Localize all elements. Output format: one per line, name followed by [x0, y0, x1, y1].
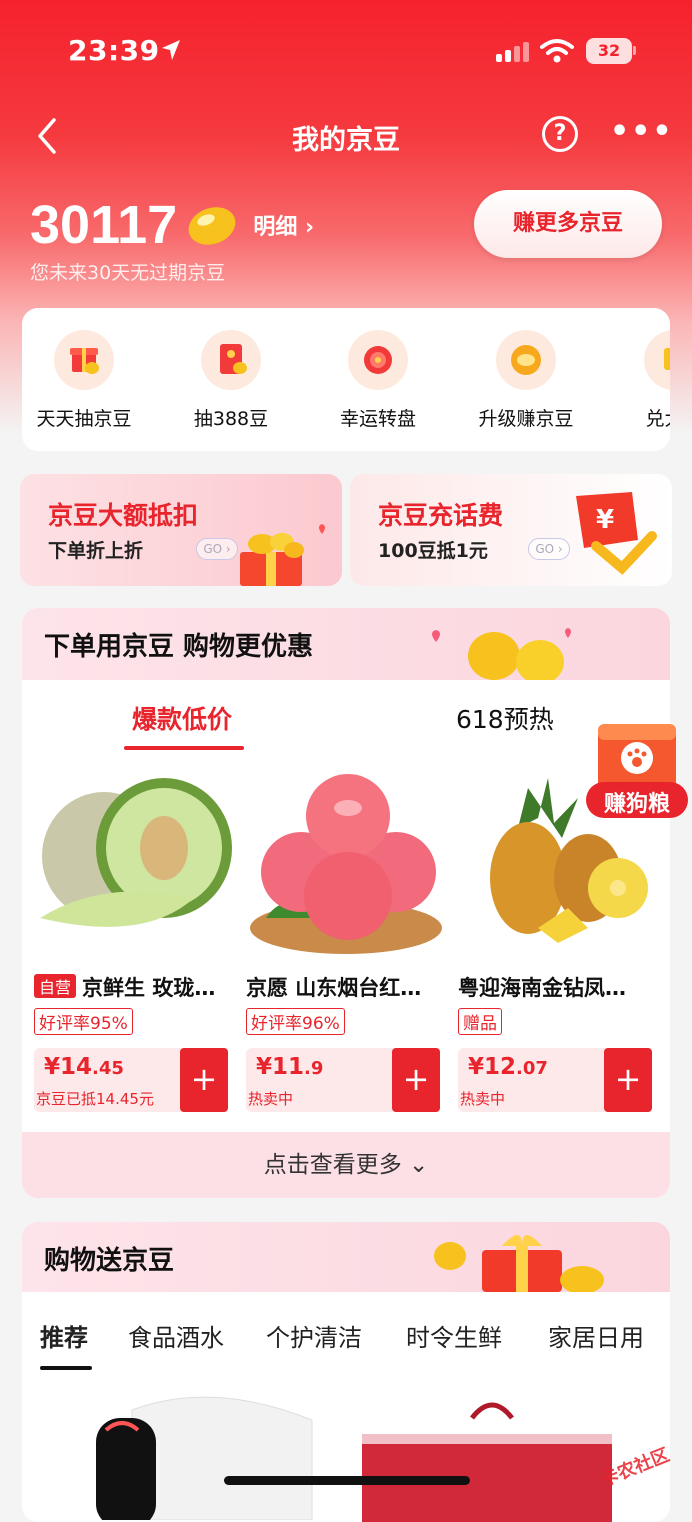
golden-bean-icon — [188, 207, 236, 245]
promo-bean-deduction[interactable]: 京豆大额抵扣 下单折上折 GO › — [20, 474, 342, 586]
self-operated-tag: 自营 — [34, 974, 77, 998]
page-title: 我的京豆 — [292, 125, 400, 156]
add-to-cart-button[interactable]: + — [392, 1048, 440, 1112]
task-label: 兑大奢 — [645, 408, 670, 430]
beans-decoration — [432, 628, 571, 680]
bean-count: 30117 — [30, 195, 178, 255]
tab-618-preheat[interactable]: 618预热 — [456, 700, 554, 736]
promo-phone-recharge[interactable]: 京豆充话费 100豆抵1元 GO › ¥ — [350, 474, 672, 586]
price-box: ¥14.45 京豆已抵14.45元 + — [34, 1048, 228, 1112]
task-luxury-redeem[interactable]: 兑大奢 — [604, 308, 670, 431]
product-image-smart-band — [96, 1396, 313, 1520]
task-label: 升级赚京豆 — [478, 408, 574, 430]
active-tab-indicator — [124, 746, 244, 750]
category-tab-household[interactable]: 家居日用 — [548, 1318, 644, 1353]
help-icon[interactable]: ? — [542, 116, 578, 152]
price-note: 热卖中 — [248, 1090, 294, 1108]
status-bar: 23:39 32 — [0, 28, 692, 78]
gift-box-icon — [54, 330, 114, 390]
location-arrow-icon — [162, 40, 180, 60]
add-to-cart-button[interactable]: + — [180, 1048, 228, 1112]
watermark-logo: 卡农社区 — [597, 1444, 672, 1491]
go-button[interactable]: GO › — [528, 538, 570, 560]
battery-indicator: 32 — [586, 38, 632, 64]
price-box: ¥12.07 热卖中 + — [458, 1048, 652, 1112]
red-envelope-icon — [201, 330, 261, 390]
price: ¥11.9 — [256, 1054, 324, 1080]
price-note: 热卖中 — [460, 1090, 506, 1108]
price: ¥14.45 — [44, 1054, 124, 1080]
cellular-signal-icon — [496, 42, 529, 62]
task-label: 抽388豆 — [193, 408, 269, 430]
product-image — [34, 768, 234, 958]
gift-badge: 赠品 — [458, 1008, 502, 1035]
price: ¥12.07 — [468, 1054, 548, 1080]
task-daily-draw[interactable]: 天天抽京豆 — [22, 308, 154, 431]
nav-bar: 我的京豆 ? ••• — [0, 110, 692, 160]
tab-hot-low-price[interactable]: 爆款低价 — [132, 700, 232, 736]
add-to-cart-button[interactable]: + — [604, 1048, 652, 1112]
detail-link[interactable]: 明细 › — [253, 209, 314, 241]
spin-wheel-icon — [348, 330, 408, 390]
category-tab-personal-care[interactable]: 个护清洁 — [266, 1318, 362, 1353]
yuan-coupon-icon: ¥ — [576, 492, 657, 575]
upgrade-bean-icon — [496, 330, 556, 390]
product-image — [246, 768, 446, 958]
task-draw-388[interactable]: 抽388豆 — [161, 308, 301, 431]
active-category-indicator — [40, 1366, 92, 1370]
shopping-section-header: 下单用京豆 购物更优惠 — [22, 608, 670, 680]
product-title: 粤迎海南金钻凤… — [458, 976, 626, 1000]
wifi-icon — [540, 39, 574, 63]
product-title: 京鲜生 玫珑… — [82, 976, 216, 1000]
section-title: 下单用京豆 购物更优惠 — [44, 632, 314, 662]
status-time: 23:39 — [68, 34, 160, 67]
product-name: 自营 京鲜生 玫珑… — [34, 972, 234, 1002]
view-more-button[interactable]: 点击查看更多 ⌄ — [22, 1132, 670, 1198]
promo-title: 京豆充话费 — [378, 501, 504, 530]
luxury-icon — [644, 330, 670, 390]
svg-text:¥: ¥ — [596, 505, 614, 535]
product-card[interactable]: 自营 京鲜生 玫珑… 好评率95% ¥14.45 京豆已抵14.45元 + — [34, 768, 234, 1112]
promo-subtitle: 100豆抵1元 — [378, 540, 488, 562]
price-note: 京豆已抵14.45元 — [36, 1090, 154, 1108]
product-title: 京愿 山东烟台红… — [246, 976, 422, 1000]
task-upgrade-earn[interactable]: 升级赚京豆 — [456, 308, 596, 431]
section-title: 购物送京豆 — [44, 1246, 175, 1276]
gift-section-header: 购物送京豆 — [22, 1222, 670, 1292]
expire-note: 您未来30天无过期京豆 — [30, 262, 226, 284]
product-image-bird-nest-gift-box — [362, 1402, 612, 1522]
task-label: 天天抽京豆 — [36, 408, 132, 430]
earn-more-beans-button[interactable]: 赚更多京豆 — [474, 190, 662, 258]
more-options-icon[interactable]: ••• — [610, 117, 674, 147]
battery-tip — [633, 46, 636, 55]
gift-beans-decoration — [434, 1235, 604, 1292]
home-indicator — [224, 1476, 470, 1485]
rating-badge: 好评率95% — [34, 1008, 133, 1035]
task-label: 幸运转盘 — [339, 408, 416, 430]
shopping-section: 下单用京豆 购物更优惠 爆款低价 618预热 自营 京鲜生 玫珑… 好评率95% … — [22, 608, 670, 1198]
price-box: ¥11.9 热卖中 + — [246, 1048, 440, 1112]
product-name: 京愿 山东烟台红… — [246, 972, 446, 1002]
product-name: 粤迎海南金钻凤… — [458, 972, 658, 1002]
product-card[interactable]: 京愿 山东烟台红… 好评率96% ¥11.9 热卖中 + — [246, 768, 446, 1112]
category-tab-recommend[interactable]: 推荐 — [40, 1318, 88, 1353]
category-tab-fresh[interactable]: 时令生鲜 — [406, 1318, 502, 1353]
rating-badge: 好评率96% — [246, 1008, 345, 1035]
promo-subtitle: 下单折上折 — [48, 540, 144, 562]
svg-text:卡农社区: 卡农社区 — [597, 1444, 672, 1488]
earn-dog-food-badge[interactable]: 赚狗粮 — [584, 718, 690, 822]
watermark: 卡农社区 — [592, 1418, 692, 1491]
task-lucky-wheel[interactable]: 幸运转盘 — [308, 308, 448, 431]
dog-badge-label: 赚狗粮 — [603, 792, 670, 817]
promo-title: 京豆大额抵扣 — [48, 501, 199, 530]
category-tab-food-drinks[interactable]: 食品酒水 — [128, 1318, 224, 1353]
task-strip: 天天抽京豆 抽388豆 幸运转盘 升级赚京豆 兑大奢 — [22, 308, 670, 451]
bean-balance: 30117 明细 › — [30, 194, 314, 256]
gift-beans-illustration — [240, 524, 325, 586]
